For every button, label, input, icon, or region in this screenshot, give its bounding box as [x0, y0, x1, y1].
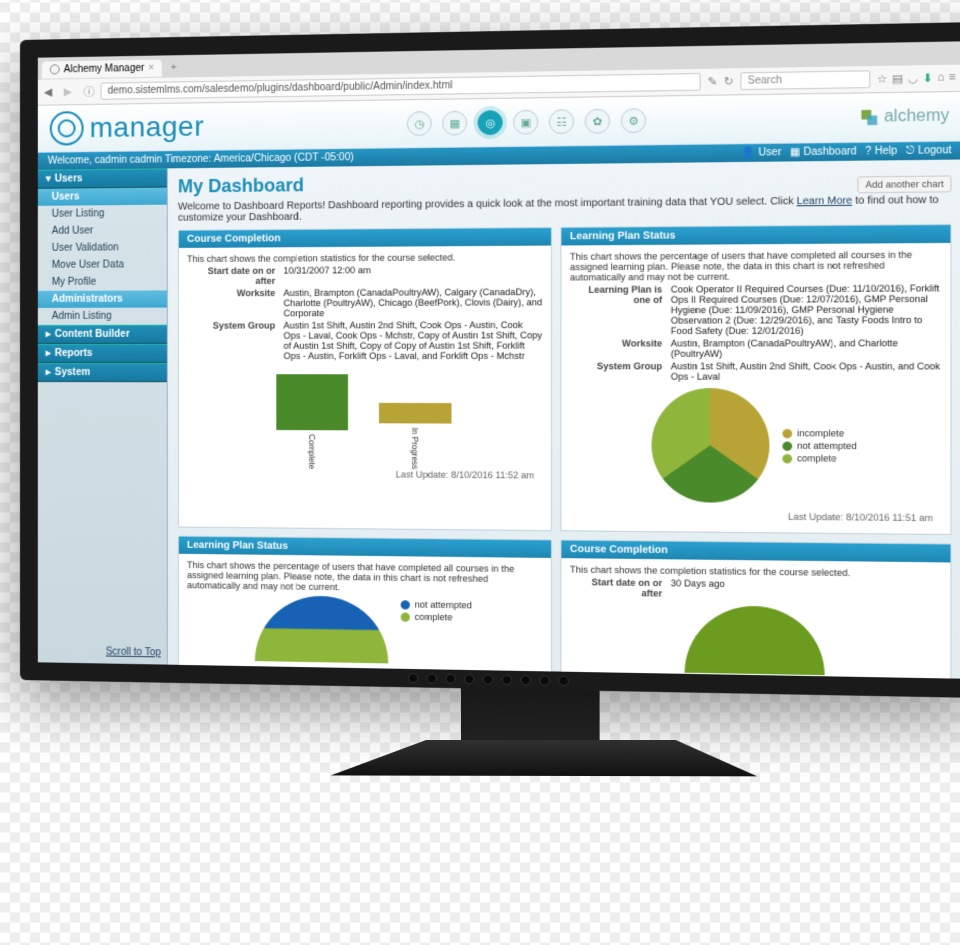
pocket-icon[interactable]: ◡ [908, 72, 919, 86]
bar-complete [276, 374, 348, 430]
card-desc: This chart shows the percentage of users… [570, 249, 942, 282]
scroll-to-top-link[interactable]: Scroll to Top [38, 639, 167, 664]
nav-icon-1[interactable]: ◷ [407, 111, 432, 136]
new-tab-button[interactable]: + [166, 61, 181, 73]
card-last-update: Last Update: 8/10/2016 11:52 am [187, 468, 543, 485]
tab-title: Alchemy Manager [64, 62, 145, 74]
card-desc: This chart shows the completion statisti… [187, 252, 543, 264]
screen: Alchemy Manager × + ◀ ▶ ⓘ demo.sistemlms… [38, 41, 960, 678]
sidebar-item-user-listing[interactable]: User Listing [38, 205, 167, 223]
bookmark-icon[interactable]: ▤ [892, 72, 903, 86]
pie-legend: incomplete not attempted complete [783, 426, 857, 466]
bar-inprogress [378, 403, 451, 424]
reader-icon[interactable]: ✎ [707, 75, 717, 89]
card-desc: This chart shows the percentage of users… [187, 560, 543, 595]
logo-icon [50, 111, 84, 146]
learn-more-link[interactable]: Learn More [797, 195, 853, 207]
sidebar-item-user-validation[interactable]: User Validation [38, 239, 167, 257]
top-link-logout[interactable]: ⎋ Logout [906, 145, 952, 157]
app-logo: manager [50, 109, 204, 145]
url-bar[interactable]: demo.sistemlms.com/salesdemo/plugins/das… [101, 73, 701, 100]
monitor-buttons [408, 673, 569, 686]
sidebar-subheader-users[interactable]: Users [38, 188, 167, 206]
sidebar-item-my-profile[interactable]: My Profile [38, 273, 167, 291]
forward-button[interactable]: ▶ [64, 85, 78, 99]
sidebar-group-content-builder[interactable]: ▸ Content Builder [38, 325, 167, 344]
sidebar-item-admin-listing[interactable]: Admin Listing [38, 308, 167, 325]
welcome-text: Welcome, cadmin cadmin Timezone: America… [48, 152, 354, 167]
pie-chart [652, 388, 770, 503]
back-button[interactable]: ◀ [44, 85, 58, 99]
reload-icon[interactable]: ↻ [724, 75, 734, 89]
card-course-completion-2: Course Completion This chart shows the c… [560, 540, 951, 679]
nav-icon-dashboard[interactable]: ◎ [478, 110, 503, 135]
sidebar-item-move-user-data[interactable]: Move User Data [38, 256, 167, 274]
sidebar-group-system[interactable]: ▸ System [38, 363, 167, 382]
app-body: ▾ Users Users User Listing Add User User… [38, 160, 960, 679]
card-course-completion: Course Completion This chart shows the c… [178, 227, 552, 531]
card-learning-plan-status-2: Learning Plan Status This chart shows th… [178, 536, 552, 679]
star-icon[interactable]: ☆ [877, 72, 888, 86]
half-pie-chart [684, 605, 824, 675]
menu-icon[interactable]: ≡ [949, 71, 956, 85]
top-link-user[interactable]: 👤 User [742, 147, 781, 159]
home-icon[interactable]: ⌂ [937, 71, 944, 85]
pie-legend: not attempted complete [401, 597, 472, 625]
browser-search[interactable]: Search [740, 70, 870, 90]
logo-text: manager [90, 110, 205, 144]
toolbar-icons: ☆ ▤ ◡ ⬇ ⌂ ≡ [877, 71, 956, 86]
monitor-frame: Alchemy Manager × + ◀ ▶ ⓘ demo.sistemlms… [20, 22, 960, 698]
main-content: My Dashboard Add another chart Welcome t… [168, 160, 960, 679]
top-links: 👤 User ▦ Dashboard ? Help ⎋ Logout [742, 145, 952, 159]
tab-close-icon[interactable]: × [148, 62, 154, 73]
top-link-help[interactable]: ? Help [865, 146, 897, 158]
sidebar-group-reports[interactable]: ▸ Reports [38, 344, 167, 363]
app: manager ◷ ▦ ◎ ▣ ☷ ✿ ⚙ alchemy Welcome, c… [38, 92, 960, 679]
sidebar-subheader-admins[interactable]: Administrators [38, 290, 167, 308]
nav-icon-5[interactable]: ☷ [549, 109, 574, 134]
sidebar-group-users[interactable]: ▾ Users [38, 168, 167, 188]
download-icon[interactable]: ⬇ [923, 71, 933, 85]
browser-tab[interactable]: Alchemy Manager × [42, 59, 162, 78]
sidebar: ▾ Users Users User Listing Add User User… [38, 168, 168, 664]
header-nav-icons: ◷ ▦ ◎ ▣ ☷ ✿ ⚙ [204, 105, 860, 139]
sidebar-item-add-user[interactable]: Add User [38, 222, 167, 240]
bar-chart: Complete In Progress [187, 367, 543, 470]
nav-icon-6[interactable]: ✿ [585, 109, 610, 134]
page-intro: Welcome to Dashboard Reports! Dashboard … [178, 194, 952, 223]
monitor-stand-base [331, 740, 761, 776]
half-pie-chart [255, 595, 388, 663]
card-learning-plan-status: Learning Plan Status This chart shows th… [560, 224, 951, 535]
brand-right: alchemy [860, 107, 949, 127]
card-last-update: Last Update: 8/10/2016 11:51 am [570, 510, 942, 528]
info-icon[interactable]: ⓘ [84, 83, 95, 99]
page-title: My Dashboard [178, 168, 952, 197]
add-chart-button[interactable]: Add another chart [858, 175, 952, 193]
tab-favicon [50, 64, 60, 74]
nav-icon-2[interactable]: ▦ [442, 111, 467, 136]
top-link-dashboard[interactable]: ▦ Dashboard [790, 146, 857, 158]
nav-icon-7[interactable]: ⚙ [621, 108, 647, 133]
nav-icon-4[interactable]: ▣ [513, 110, 538, 135]
dashboard-cards: Course Completion This chart shows the c… [178, 224, 952, 679]
alchemy-icon [860, 108, 880, 127]
